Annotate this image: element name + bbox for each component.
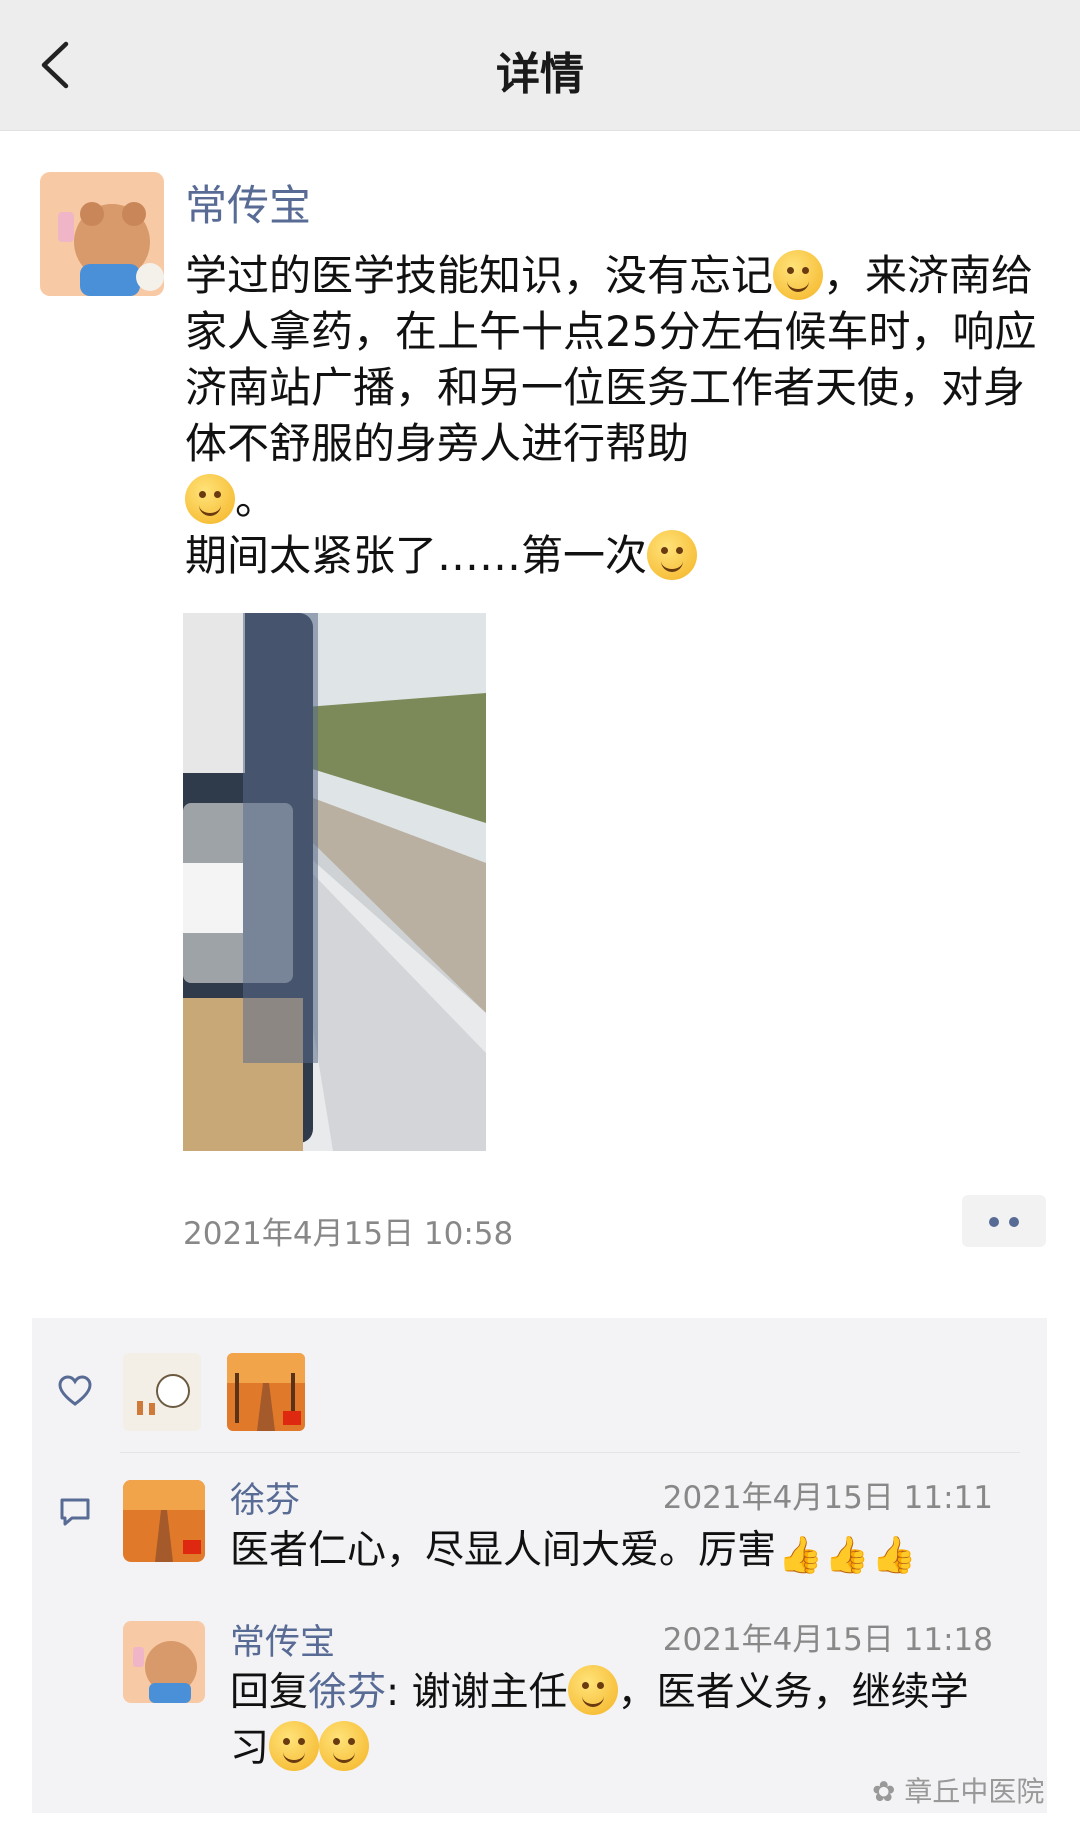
comment-time: 2021年4月15日 11:11: [662, 1480, 993, 1516]
post-timestamp: 2021年4月15日 10:58: [183, 1216, 514, 1252]
train-window-photo[interactable]: [183, 613, 486, 1151]
comment-icon: [60, 1498, 90, 1526]
reply-to-name[interactable]: 徐芬: [308, 1670, 386, 1715]
like-avatar-cartoon[interactable]: [123, 1353, 201, 1431]
page-title: 详情: [496, 49, 584, 100]
more-actions-button[interactable]: [962, 1195, 1046, 1247]
comment-time: 2021年4月15日 11:18: [662, 1622, 993, 1658]
post-author-avatar[interactable]: [40, 172, 164, 296]
thumbs-up-emoji: 👍: [824, 1535, 870, 1576]
comment-author[interactable]: 常传宝: [230, 1614, 335, 1665]
comment-text: 回复徐芬: 谢谢主任 ，医者义务，继续学 习: [230, 1665, 1020, 1777]
like-avatar-autumn-road[interactable]: [227, 1353, 305, 1431]
post-author-name[interactable]: 常传宝: [185, 172, 311, 233]
heart-icon: [58, 1375, 92, 1406]
comment-avatar[interactable]: [123, 1480, 205, 1562]
thumbs-up-emoji: 👍: [871, 1535, 917, 1576]
smile-emoji: [185, 474, 235, 524]
comment-text: 医者仁心，尽显人间大爱。厉害👍👍👍: [230, 1523, 1020, 1584]
thumbs-up-emoji: 👍: [778, 1535, 823, 1576]
smile-emoji: [319, 1721, 370, 1771]
divider: [120, 1452, 1020, 1453]
wechat-logo-icon: ✿: [872, 1775, 896, 1808]
wink-tongue-emoji: [773, 250, 824, 300]
watermark: ✿ 章丘中医院: [872, 1775, 1045, 1808]
post-text: 学过的医学技能知识，没有忘记 ，来济南给家人拿药，在上午十点25分左右候车时，响应…: [185, 250, 1037, 580]
smile-emoji: [567, 1665, 618, 1715]
nav-bar: 详情: [0, 0, 1080, 131]
comment-avatar[interactable]: [123, 1621, 205, 1703]
salute-emoji: [269, 1721, 320, 1771]
crying-emoji: [647, 530, 698, 580]
comment-author[interactable]: 徐芬: [230, 1472, 300, 1523]
